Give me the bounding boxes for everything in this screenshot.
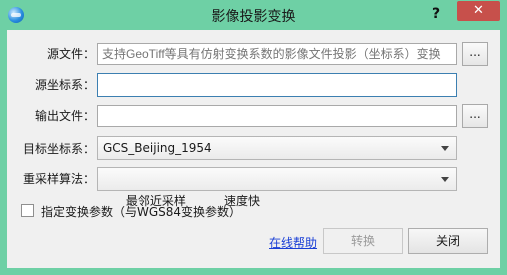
dialog-body: 源文件： ... 源坐标系： 输出文件： ... 目标坐标系： GCS_Beij… xyxy=(7,30,500,268)
dialog-window: 影像投影变换 ? ✕ 源文件： ... 源坐标系： 输出文件： ... 目标坐标… xyxy=(0,0,507,275)
source-crs-input[interactable] xyxy=(97,73,457,97)
target-crs-select[interactable]: GCS_Beijing_1954 xyxy=(97,136,457,160)
target-crs-value: GCS_Beijing_1954 xyxy=(103,141,212,155)
source-file-browse-button[interactable]: ... xyxy=(462,42,488,66)
output-file-browse-button[interactable]: ... xyxy=(462,104,488,128)
output-file-label: 输出文件： xyxy=(34,109,95,123)
chevron-down-icon xyxy=(441,177,449,182)
close-window-button[interactable]: ✕ xyxy=(457,1,500,21)
output-file-input[interactable] xyxy=(97,105,457,127)
chevron-down-icon xyxy=(441,146,449,151)
resampling-label: 重采样算法： xyxy=(22,172,95,186)
resampling-select[interactable]: 最邻近采样 速度快 xyxy=(97,167,457,208)
source-file-input[interactable] xyxy=(97,43,457,65)
source-crs-label: 源坐标系： xyxy=(34,78,95,92)
source-file-label: 源文件： xyxy=(46,47,95,61)
title-bar[interactable]: 影像投影变换 ? ✕ xyxy=(0,0,507,30)
help-button[interactable]: ? xyxy=(426,4,446,24)
specify-params-checkbox[interactable] xyxy=(21,204,34,217)
specify-params-label[interactable]: 指定变换参数（与WGS84变换参数） xyxy=(41,203,241,220)
convert-button[interactable]: 转换 xyxy=(323,228,403,254)
online-help-link[interactable]: 在线帮助 xyxy=(269,234,317,251)
target-crs-label: 目标坐标系： xyxy=(22,142,95,156)
close-button[interactable]: 关闭 xyxy=(408,228,488,254)
